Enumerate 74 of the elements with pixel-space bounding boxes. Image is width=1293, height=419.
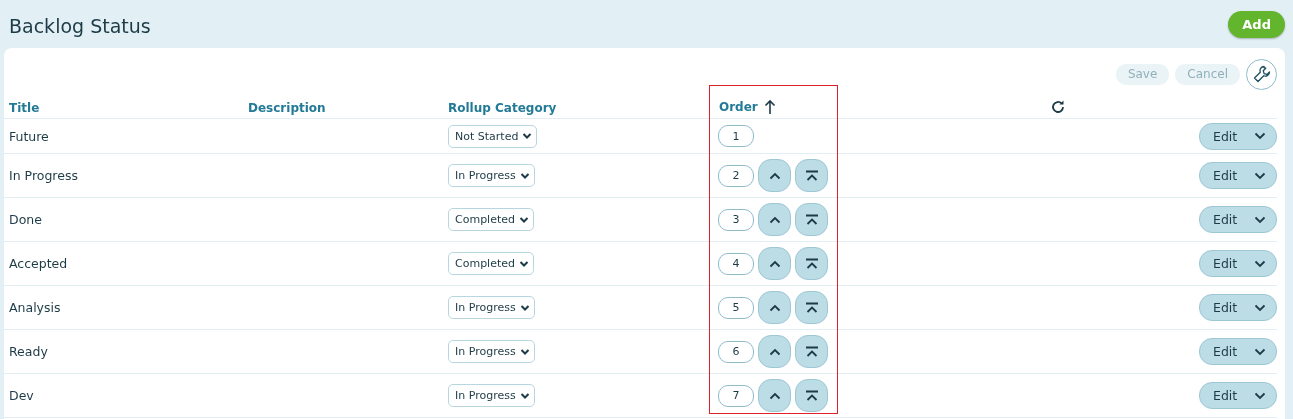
chevron-down-icon — [1254, 303, 1266, 312]
column-header[interactable]: Title — [9, 101, 40, 115]
status-title: Dev — [9, 388, 34, 403]
status-title: Future — [9, 128, 49, 144]
rollup-dropdown[interactable]: Not Started — [448, 124, 538, 148]
move-up-button[interactable] — [758, 335, 791, 368]
move-to-top-button[interactable] — [795, 379, 828, 412]
move-to-top-icon — [804, 345, 819, 358]
move-to-top-icon — [804, 213, 819, 226]
order-field[interactable]: 3 — [718, 208, 754, 231]
move-to-top-button[interactable] — [795, 247, 828, 280]
rollup-dropdown[interactable]: In Progress — [448, 296, 535, 319]
edit-button[interactable]: Edit — [1199, 294, 1277, 321]
chevron-up-icon — [768, 303, 781, 312]
chevron-down-icon — [1254, 171, 1266, 180]
status-title: Done — [9, 212, 42, 227]
move-up-button[interactable] — [758, 159, 791, 192]
move-to-top-icon — [804, 301, 819, 314]
order-field[interactable]: 5 — [718, 296, 754, 319]
order-field[interactable]: 2 — [718, 164, 754, 187]
rollup-dropdown[interactable]: In Progress — [448, 164, 535, 187]
rollup-dropdown[interactable]: Completed — [448, 252, 534, 275]
move-up-button[interactable] — [758, 203, 791, 236]
chevron-up-icon — [768, 259, 781, 268]
status-title: Accepted — [9, 256, 68, 271]
refresh-icon[interactable] — [1050, 99, 1066, 115]
chevron-up-icon — [768, 391, 781, 400]
chevron-down-icon — [519, 347, 530, 356]
move-to-top-icon — [804, 169, 819, 182]
edit-button[interactable]: Edit — [1199, 206, 1277, 233]
edit-button[interactable]: Edit — [1199, 122, 1277, 150]
column-header[interactable]: Rollup Category — [448, 101, 557, 115]
chevron-up-icon — [768, 347, 781, 356]
order-field[interactable]: 6 — [718, 340, 754, 363]
chevron-down-icon — [1254, 259, 1266, 268]
status-title: In Progress — [9, 168, 78, 183]
chevron-down-icon — [519, 171, 530, 180]
chevron-down-icon — [1254, 215, 1266, 224]
rollup-dropdown[interactable]: Completed — [448, 208, 534, 231]
settings-button[interactable] — [1246, 58, 1277, 90]
chevron-down-icon — [522, 132, 533, 140]
rollup-dropdown[interactable]: In Progress — [448, 340, 535, 363]
move-to-top-button[interactable] — [795, 335, 828, 368]
status-title: Analysis — [9, 300, 61, 315]
chevron-down-icon — [1254, 391, 1266, 400]
move-to-top-button[interactable] — [795, 203, 828, 236]
move-up-button[interactable] — [758, 291, 791, 324]
edit-button[interactable]: Edit — [1199, 162, 1277, 189]
move-to-top-button[interactable] — [795, 291, 828, 324]
chevron-down-icon — [1254, 347, 1266, 356]
move-up-button[interactable] — [758, 247, 791, 280]
page-title: Backlog Status — [9, 15, 151, 37]
order-field[interactable]: 1 — [718, 125, 754, 147]
move-to-top-button[interactable] — [795, 159, 828, 192]
order-field[interactable]: 4 — [718, 252, 754, 275]
chevron-down-icon — [1254, 132, 1266, 140]
order-field[interactable]: 7 — [718, 384, 754, 407]
move-to-top-icon — [804, 389, 819, 402]
chevron-up-icon — [768, 171, 781, 180]
column-header[interactable]: Order — [719, 100, 758, 114]
chevron-down-icon — [519, 215, 529, 224]
edit-button[interactable]: Edit — [1199, 338, 1277, 365]
chevron-up-icon — [768, 215, 781, 224]
chevron-down-icon — [519, 391, 530, 400]
rollup-dropdown[interactable]: In Progress — [448, 384, 535, 407]
status-title: Ready — [9, 344, 48, 359]
chevron-down-icon — [519, 259, 529, 268]
column-header[interactable]: Description — [248, 101, 326, 115]
wrench-icon — [1251, 64, 1272, 84]
edit-button[interactable]: Edit — [1199, 250, 1277, 277]
move-to-top-icon — [804, 257, 819, 270]
edit-button[interactable]: Edit — [1199, 382, 1277, 409]
move-up-button[interactable] — [758, 379, 791, 412]
chevron-down-icon — [519, 303, 530, 312]
